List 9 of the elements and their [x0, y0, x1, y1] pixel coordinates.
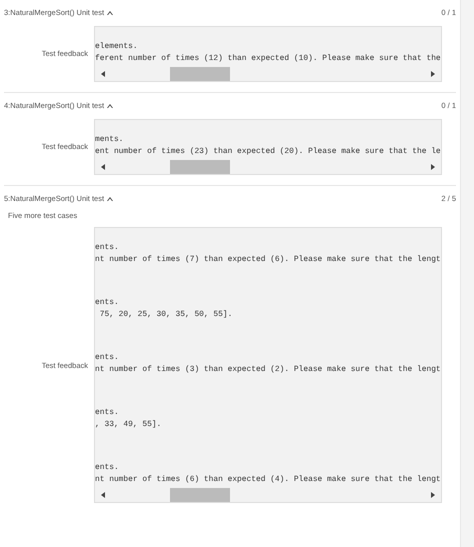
scrollbar-thumb[interactable] [170, 160, 230, 174]
scroll-left-icon[interactable] [101, 164, 105, 170]
scroll-right-icon[interactable] [431, 71, 435, 77]
scrollbar-thumb[interactable] [170, 67, 230, 81]
scroll-left-icon[interactable] [101, 71, 105, 77]
scrollbar-thumb[interactable] [170, 488, 230, 502]
scroll-right-icon[interactable] [431, 492, 435, 498]
scroll-right-icon[interactable] [431, 164, 435, 170]
scroll-left-icon[interactable] [101, 492, 105, 498]
